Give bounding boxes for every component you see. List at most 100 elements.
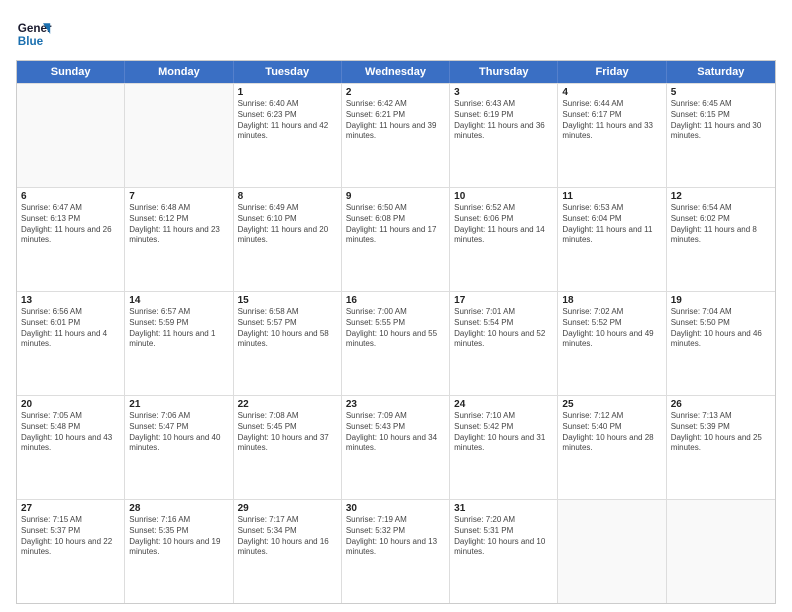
day-number: 6 <box>21 191 120 202</box>
day-info: Sunrise: 7:00 AM Sunset: 5:55 PM Dayligh… <box>346 307 445 350</box>
day-number: 16 <box>346 295 445 306</box>
calendar-cell: 22Sunrise: 7:08 AM Sunset: 5:45 PM Dayli… <box>234 396 342 499</box>
calendar-cell: 7Sunrise: 6:48 AM Sunset: 6:12 PM Daylig… <box>125 188 233 291</box>
day-number: 20 <box>21 399 120 410</box>
day-info: Sunrise: 6:54 AM Sunset: 6:02 PM Dayligh… <box>671 203 771 246</box>
calendar-cell: 28Sunrise: 7:16 AM Sunset: 5:35 PM Dayli… <box>125 500 233 603</box>
day-info: Sunrise: 6:48 AM Sunset: 6:12 PM Dayligh… <box>129 203 228 246</box>
day-info: Sunrise: 6:49 AM Sunset: 6:10 PM Dayligh… <box>238 203 337 246</box>
day-number: 23 <box>346 399 445 410</box>
calendar-cell: 2Sunrise: 6:42 AM Sunset: 6:21 PM Daylig… <box>342 84 450 187</box>
header-day-saturday: Saturday <box>667 61 775 83</box>
day-number: 18 <box>562 295 661 306</box>
calendar-cell: 20Sunrise: 7:05 AM Sunset: 5:48 PM Dayli… <box>17 396 125 499</box>
calendar-cell: 10Sunrise: 6:52 AM Sunset: 6:06 PM Dayli… <box>450 188 558 291</box>
day-number: 30 <box>346 503 445 514</box>
calendar-row-2: 13Sunrise: 6:56 AM Sunset: 6:01 PM Dayli… <box>17 291 775 395</box>
day-info: Sunrise: 7:20 AM Sunset: 5:31 PM Dayligh… <box>454 515 553 558</box>
day-info: Sunrise: 6:45 AM Sunset: 6:15 PM Dayligh… <box>671 99 771 142</box>
calendar-row-0: 1Sunrise: 6:40 AM Sunset: 6:23 PM Daylig… <box>17 83 775 187</box>
calendar: SundayMondayTuesdayWednesdayThursdayFrid… <box>16 60 776 604</box>
day-number: 31 <box>454 503 553 514</box>
calendar-cell: 1Sunrise: 6:40 AM Sunset: 6:23 PM Daylig… <box>234 84 342 187</box>
calendar-cell: 15Sunrise: 6:58 AM Sunset: 5:57 PM Dayli… <box>234 292 342 395</box>
day-info: Sunrise: 6:44 AM Sunset: 6:17 PM Dayligh… <box>562 99 661 142</box>
day-info: Sunrise: 6:42 AM Sunset: 6:21 PM Dayligh… <box>346 99 445 142</box>
header-day-friday: Friday <box>558 61 666 83</box>
calendar-cell: 4Sunrise: 6:44 AM Sunset: 6:17 PM Daylig… <box>558 84 666 187</box>
calendar-cell: 9Sunrise: 6:50 AM Sunset: 6:08 PM Daylig… <box>342 188 450 291</box>
calendar-cell: 6Sunrise: 6:47 AM Sunset: 6:13 PM Daylig… <box>17 188 125 291</box>
day-info: Sunrise: 7:19 AM Sunset: 5:32 PM Dayligh… <box>346 515 445 558</box>
calendar-cell: 12Sunrise: 6:54 AM Sunset: 6:02 PM Dayli… <box>667 188 775 291</box>
day-number: 24 <box>454 399 553 410</box>
day-info: Sunrise: 6:40 AM Sunset: 6:23 PM Dayligh… <box>238 99 337 142</box>
day-number: 8 <box>238 191 337 202</box>
day-number: 5 <box>671 87 771 98</box>
calendar-row-4: 27Sunrise: 7:15 AM Sunset: 5:37 PM Dayli… <box>17 499 775 603</box>
calendar-cell: 16Sunrise: 7:00 AM Sunset: 5:55 PM Dayli… <box>342 292 450 395</box>
day-info: Sunrise: 7:02 AM Sunset: 5:52 PM Dayligh… <box>562 307 661 350</box>
calendar-cell: 17Sunrise: 7:01 AM Sunset: 5:54 PM Dayli… <box>450 292 558 395</box>
logo: General Blue <box>16 16 52 52</box>
day-info: Sunrise: 7:04 AM Sunset: 5:50 PM Dayligh… <box>671 307 771 350</box>
calendar-cell: 13Sunrise: 6:56 AM Sunset: 6:01 PM Dayli… <box>17 292 125 395</box>
header-day-sunday: Sunday <box>17 61 125 83</box>
day-number: 4 <box>562 87 661 98</box>
day-number: 26 <box>671 399 771 410</box>
day-number: 12 <box>671 191 771 202</box>
day-info: Sunrise: 7:06 AM Sunset: 5:47 PM Dayligh… <box>129 411 228 454</box>
calendar-cell <box>558 500 666 603</box>
calendar-cell <box>125 84 233 187</box>
calendar-cell: 11Sunrise: 6:53 AM Sunset: 6:04 PM Dayli… <box>558 188 666 291</box>
day-number: 9 <box>346 191 445 202</box>
day-number: 11 <box>562 191 661 202</box>
day-number: 14 <box>129 295 228 306</box>
day-number: 7 <box>129 191 228 202</box>
day-info: Sunrise: 7:12 AM Sunset: 5:40 PM Dayligh… <box>562 411 661 454</box>
day-info: Sunrise: 7:13 AM Sunset: 5:39 PM Dayligh… <box>671 411 771 454</box>
day-info: Sunrise: 6:56 AM Sunset: 6:01 PM Dayligh… <box>21 307 120 350</box>
day-number: 13 <box>21 295 120 306</box>
day-number: 29 <box>238 503 337 514</box>
day-number: 21 <box>129 399 228 410</box>
header-day-wednesday: Wednesday <box>342 61 450 83</box>
header-day-thursday: Thursday <box>450 61 558 83</box>
day-info: Sunrise: 6:58 AM Sunset: 5:57 PM Dayligh… <box>238 307 337 350</box>
day-info: Sunrise: 6:57 AM Sunset: 5:59 PM Dayligh… <box>129 307 228 350</box>
calendar-cell <box>667 500 775 603</box>
calendar-cell: 30Sunrise: 7:19 AM Sunset: 5:32 PM Dayli… <box>342 500 450 603</box>
day-info: Sunrise: 7:17 AM Sunset: 5:34 PM Dayligh… <box>238 515 337 558</box>
logo-icon: General Blue <box>16 16 52 52</box>
header: General Blue <box>16 16 776 52</box>
svg-text:Blue: Blue <box>18 35 44 48</box>
day-info: Sunrise: 7:10 AM Sunset: 5:42 PM Dayligh… <box>454 411 553 454</box>
calendar-cell: 29Sunrise: 7:17 AM Sunset: 5:34 PM Dayli… <box>234 500 342 603</box>
day-number: 1 <box>238 87 337 98</box>
day-info: Sunrise: 6:43 AM Sunset: 6:19 PM Dayligh… <box>454 99 553 142</box>
day-info: Sunrise: 7:05 AM Sunset: 5:48 PM Dayligh… <box>21 411 120 454</box>
day-number: 27 <box>21 503 120 514</box>
page: General Blue SundayMondayTuesdayWednesda… <box>0 0 792 612</box>
day-info: Sunrise: 7:08 AM Sunset: 5:45 PM Dayligh… <box>238 411 337 454</box>
day-number: 22 <box>238 399 337 410</box>
calendar-cell: 14Sunrise: 6:57 AM Sunset: 5:59 PM Dayli… <box>125 292 233 395</box>
calendar-header: SundayMondayTuesdayWednesdayThursdayFrid… <box>17 61 775 83</box>
day-number: 17 <box>454 295 553 306</box>
day-number: 2 <box>346 87 445 98</box>
calendar-cell: 26Sunrise: 7:13 AM Sunset: 5:39 PM Dayli… <box>667 396 775 499</box>
header-day-tuesday: Tuesday <box>234 61 342 83</box>
day-info: Sunrise: 6:47 AM Sunset: 6:13 PM Dayligh… <box>21 203 120 246</box>
day-number: 3 <box>454 87 553 98</box>
calendar-row-1: 6Sunrise: 6:47 AM Sunset: 6:13 PM Daylig… <box>17 187 775 291</box>
day-info: Sunrise: 6:52 AM Sunset: 6:06 PM Dayligh… <box>454 203 553 246</box>
day-info: Sunrise: 6:50 AM Sunset: 6:08 PM Dayligh… <box>346 203 445 246</box>
calendar-cell <box>17 84 125 187</box>
calendar-cell: 19Sunrise: 7:04 AM Sunset: 5:50 PM Dayli… <box>667 292 775 395</box>
calendar-cell: 25Sunrise: 7:12 AM Sunset: 5:40 PM Dayli… <box>558 396 666 499</box>
day-info: Sunrise: 7:16 AM Sunset: 5:35 PM Dayligh… <box>129 515 228 558</box>
day-info: Sunrise: 7:01 AM Sunset: 5:54 PM Dayligh… <box>454 307 553 350</box>
calendar-cell: 8Sunrise: 6:49 AM Sunset: 6:10 PM Daylig… <box>234 188 342 291</box>
day-info: Sunrise: 7:09 AM Sunset: 5:43 PM Dayligh… <box>346 411 445 454</box>
calendar-row-3: 20Sunrise: 7:05 AM Sunset: 5:48 PM Dayli… <box>17 395 775 499</box>
